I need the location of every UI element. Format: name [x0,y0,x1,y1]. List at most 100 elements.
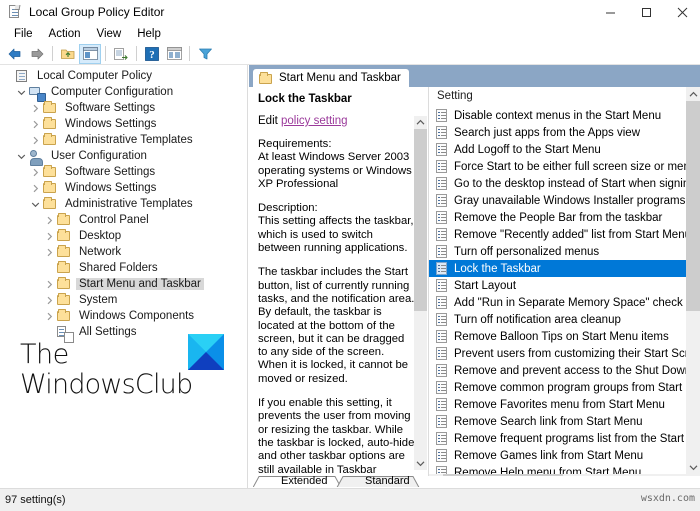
settings-row[interactable]: Turn off personalized menus [429,243,700,260]
chevron-down-icon[interactable] [14,148,28,164]
tree-node-label: Control Panel [79,214,149,226]
settings-list-pane[interactable]: Setting Disable context menus in the Sta… [429,87,700,488]
list-scroll-thumb[interactable] [686,101,700,311]
settings-row[interactable]: Remove common program groups from Start … [429,379,700,396]
chevron-down-icon[interactable] [14,84,28,100]
column-header-setting[interactable]: Setting [429,87,700,107]
settings-row[interactable]: Remove Favorites menu from Start Menu [429,396,700,413]
menu-file[interactable]: File [6,27,41,41]
policy-setting-icon [435,295,449,310]
tree-node[interactable]: Desktop [0,228,247,244]
tree-node-label: User Configuration [51,150,147,162]
settings-row[interactable]: Remove the People Bar from the taskbar [429,209,700,226]
tree-node[interactable]: Software Settings [0,100,247,116]
menu-action[interactable]: Action [41,27,89,41]
scroll-up-icon[interactable] [414,116,427,129]
tree-node[interactable]: Software Settings [0,164,247,180]
tree-node[interactable]: User Configuration [0,148,247,166]
settings-row[interactable]: Remove and prevent access to the Shut Do… [429,362,700,379]
tree-node[interactable]: Control Panel [0,212,247,228]
policy-setting-icon [435,108,449,123]
policy-setting-icon [435,125,449,140]
tree-node[interactable]: Administrative Templates [0,132,247,148]
settings-row[interactable]: Search just apps from the Apps view [429,124,700,141]
settings-row-label: Remove Games link from Start Menu [454,449,644,462]
tree-node[interactable]: System [0,292,247,308]
chevron-right-icon[interactable] [28,180,42,196]
chevron-right-icon[interactable] [42,228,56,244]
policy-setting-icon [435,210,449,225]
settings-row[interactable]: Remove Search link from Start Menu [429,413,700,430]
settings-row[interactable]: Disable context menus in the Start Menu [429,107,700,124]
policy-setting-icon [435,363,449,378]
settings-row[interactable]: Remove Games link from Start Menu [429,447,700,464]
chevron-right-icon[interactable] [42,292,56,308]
tree-node[interactable]: Windows Components [0,308,247,324]
scroll-down-icon[interactable] [414,457,427,470]
view-tab-extended[interactable]: Extended [281,475,327,487]
menu-view[interactable]: View [89,27,130,41]
tree-node[interactable]: Computer Configuration [0,84,247,102]
tree-node[interactable]: Administrative Templates [0,196,247,212]
description-vertical-scrollbar[interactable] [414,116,427,470]
chevron-right-icon[interactable] [42,244,56,260]
tree-node[interactable]: Start Menu and Taskbar [0,276,247,292]
tree-node[interactable]: Local Computer Policy [0,68,247,84]
export-list-icon[interactable] [110,44,132,64]
tree-node-label: System [79,294,118,306]
menu-help[interactable]: Help [129,27,169,41]
tree-node[interactable]: Network [0,244,247,260]
chevron-right-icon[interactable] [28,164,42,180]
window-controls [592,0,700,24]
pane-tab-start-menu-and-taskbar[interactable]: Start Menu and Taskbar [253,69,409,87]
settings-row[interactable]: Gray unavailable Windows Installer progr… [429,192,700,209]
settings-row-label: Disable context menus in the Start Menu [454,109,662,122]
policy-setting-link[interactable]: policy setting [281,115,347,127]
list-vertical-scrollbar[interactable] [686,87,700,474]
settings-row-selected[interactable]: Lock the Taskbar [429,260,700,277]
tree-node[interactable]: Windows Settings [0,180,247,196]
settings-row[interactable]: Turn off notification area cleanup [429,311,700,328]
settings-row[interactable]: Prevent users from customizing their Sta… [429,345,700,362]
list-scroll-up-icon[interactable] [686,87,700,101]
chevron-right-icon[interactable] [28,132,42,148]
settings-row[interactable]: Force Start to be either full screen siz… [429,158,700,175]
folder-icon [258,71,274,85]
console-tree-pane[interactable]: Local Computer Policy Computer Configurat… [0,65,248,488]
details-pane: Start Menu and Taskbar Lock the Taskbar … [249,65,700,488]
forward-icon[interactable] [26,44,48,64]
settings-row[interactable]: Go to the desktop instead of Start when … [429,175,700,192]
back-icon[interactable] [4,44,26,64]
main-content: Local Computer Policy Computer Configurat… [0,65,700,488]
settings-row[interactable]: Remove Balloon Tips on Start Menu items [429,328,700,345]
chevron-down-icon[interactable] [28,196,42,212]
chevron-right-icon[interactable] [28,116,42,132]
settings-row[interactable]: Add "Run in Separate Memory Space" check… [429,294,700,311]
help-icon[interactable]: ? [141,44,163,64]
tree-node[interactable]: Windows Settings [0,116,247,132]
filter-icon[interactable] [194,44,216,64]
tree-node-label: Local Computer Policy [37,70,153,82]
description-scroll-thumb[interactable] [414,129,427,311]
up-one-level-icon[interactable] [57,44,79,64]
policy-setting-icon [435,278,449,293]
settings-row[interactable]: Start Layout [429,277,700,294]
settings-row[interactable]: Remove frequent programs list from the S… [429,430,700,447]
view-tab-standard[interactable]: Standard [365,475,410,487]
settings-row[interactable]: Remove "Recently added" list from Start … [429,226,700,243]
chevron-right-icon[interactable] [42,212,56,228]
close-button[interactable] [664,0,700,24]
show-hide-action-pane-icon[interactable] [163,44,185,64]
settings-row-label: Remove Search link from Start Menu [454,415,643,428]
show-hide-console-tree-icon[interactable] [79,43,101,64]
settings-row[interactable]: Add Logoff to the Start Menu [429,141,700,158]
list-scroll-down-icon[interactable] [686,460,700,474]
tree-node[interactable]: Shared Folders [0,260,247,276]
chevron-right-icon[interactable] [28,100,42,116]
chevron-right-icon[interactable] [42,276,56,292]
policy-editor-icon [7,4,23,20]
chevron-right-icon[interactable] [42,308,56,324]
policy-setting-icon [435,159,449,174]
maximize-button[interactable] [628,0,664,24]
minimize-button[interactable] [592,0,628,24]
